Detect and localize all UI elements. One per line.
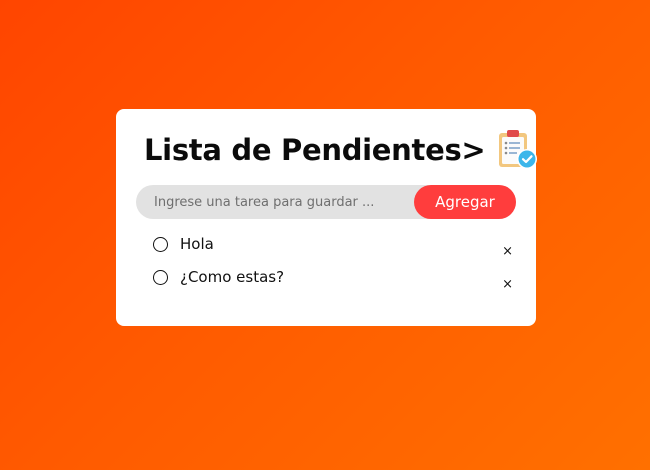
- delete-task-icon[interactable]: ×: [502, 245, 513, 259]
- task-checkbox[interactable]: [153, 270, 168, 285]
- clipboard-check-icon: [493, 127, 539, 173]
- add-task-button[interactable]: Agregar: [414, 185, 516, 219]
- task-item: Hola ×: [153, 234, 513, 267]
- delete-task-icon[interactable]: ×: [502, 278, 513, 292]
- task-input[interactable]: [136, 185, 406, 219]
- page-title: Lista de Pendientes>: [144, 133, 486, 167]
- todo-card: Lista de Pendientes> Ingrese una tarea p…: [116, 109, 539, 326]
- task-list: Hola × ¿Como estas? ×: [153, 234, 513, 300]
- task-text[interactable]: Hola: [180, 234, 214, 254]
- task-item: ¿Como estas? ×: [153, 267, 513, 300]
- header: Lista de Pendientes>: [144, 127, 539, 173]
- task-input-row: Agregar: [136, 185, 516, 219]
- task-text[interactable]: ¿Como estas?: [180, 267, 284, 287]
- task-checkbox[interactable]: [153, 237, 168, 252]
